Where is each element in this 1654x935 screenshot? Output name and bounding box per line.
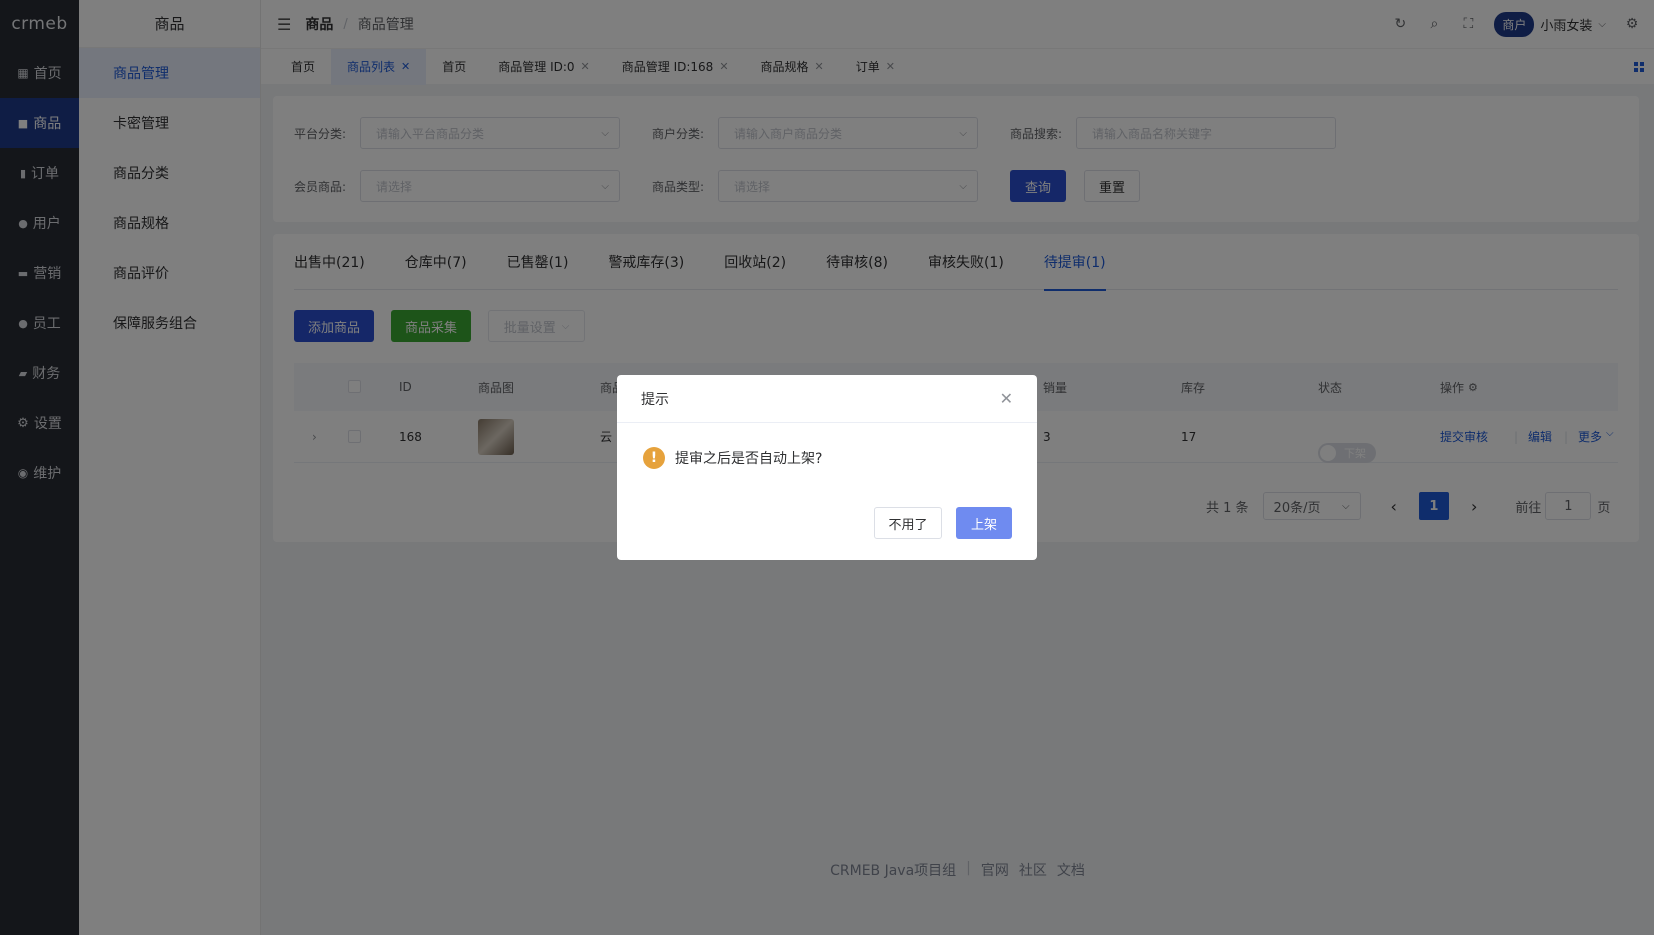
- dialog-message: 提审之后是否自动上架?: [675, 451, 823, 467]
- confirm-dialog: 提示 ✕ ! 提审之后是否自动上架? 不用了 上架: [617, 375, 1037, 560]
- dialog-footer: 不用了 上架: [874, 507, 1012, 539]
- close-icon[interactable]: ✕: [1000, 389, 1013, 408]
- dialog-title: 提示: [641, 391, 669, 408]
- warning-icon: !: [643, 447, 665, 469]
- dialog-header: 提示 ✕: [617, 375, 1037, 423]
- dialog-body: ! 提审之后是否自动上架?: [617, 428, 1037, 488]
- confirm-publish-button[interactable]: 上架: [956, 507, 1012, 539]
- cancel-button[interactable]: 不用了: [874, 507, 942, 539]
